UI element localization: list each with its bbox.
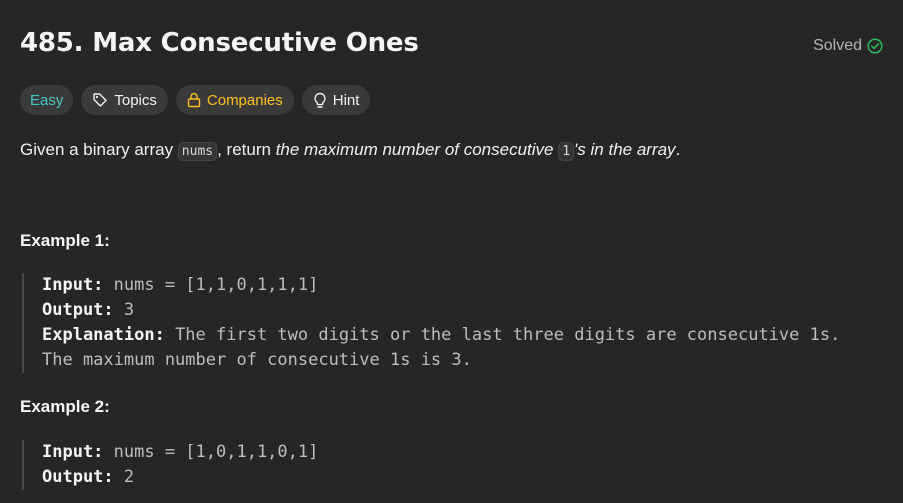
desc-text-1: Given a binary array	[20, 140, 178, 159]
desc-text-2: , return	[217, 140, 276, 159]
check-circle-icon	[867, 38, 883, 54]
title-row: 485. Max Consecutive Ones Solved	[20, 28, 885, 68]
companies-label: Companies	[206, 91, 283, 109]
example-1-output-label: Output:	[42, 300, 114, 320]
topics-label: Topics	[114, 91, 157, 109]
example-1-explanation-line2: The maximum number of consecutive 1s is …	[42, 350, 472, 370]
hint-button[interactable]: Hint	[301, 85, 371, 115]
example-1-input-label: Input:	[42, 275, 104, 295]
hint-label: Hint	[332, 91, 360, 109]
example-2-heading: Example 2:	[20, 397, 110, 416]
example-2-input-value: nums = [1,0,1,1,0,1]	[103, 442, 319, 462]
desc-italic-2: 's in the array	[574, 140, 676, 159]
example-1-input-value: nums = [1,1,0,1,1,1]	[103, 275, 319, 295]
example-1-block: Input: nums = [1,1,0,1,1,1] Output: 3 Ex…	[22, 273, 840, 373]
solved-status: Solved	[813, 37, 883, 55]
solved-label: Solved	[813, 37, 862, 54]
inline-code-nums: nums	[177, 142, 218, 161]
desc-end: .	[675, 140, 681, 159]
difficulty-label: Easy	[30, 91, 64, 109]
problem-description: Given a binary array nums, return the ma…	[20, 139, 680, 163]
problem-title[interactable]: 485. Max Consecutive Ones	[20, 28, 419, 58]
example-1-output-value: 3	[113, 300, 135, 320]
example-2-output-label: Output:	[42, 467, 114, 487]
lightbulb-icon	[313, 92, 327, 109]
difficulty-badge: Easy	[20, 85, 74, 115]
example-2-input-label: Input:	[42, 442, 104, 462]
example-2-block: Input: nums = [1,0,1,1,0,1] Output: 2	[22, 440, 318, 490]
example-1-explanation-label: Explanation:	[42, 325, 165, 345]
example-1-heading: Example 1:	[20, 231, 110, 250]
example-2-output-value: 2	[113, 467, 135, 487]
topics-button[interactable]: Topics	[81, 85, 168, 115]
example-1-explanation-value: The first two digits or the last three d…	[164, 325, 841, 345]
inline-code-one: 1	[558, 142, 575, 161]
tag-icon	[92, 92, 108, 108]
lock-icon	[187, 92, 201, 108]
companies-button[interactable]: Companies	[175, 85, 294, 115]
tag-row: Easy Topics Companies Hint	[20, 85, 371, 115]
desc-italic-1: the maximum number of consecutive	[275, 140, 559, 159]
